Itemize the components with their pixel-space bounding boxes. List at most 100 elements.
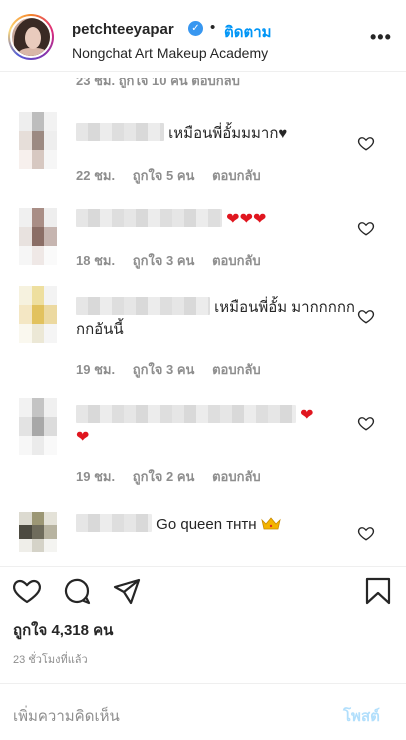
post-comment-button[interactable]: โพสต์ bbox=[343, 704, 380, 728]
avatar-pixel bbox=[31, 436, 45, 455]
heart-emoji-text: ❤ bbox=[300, 407, 314, 424]
avatar-pixel bbox=[44, 112, 57, 131]
avatar-pixel bbox=[44, 208, 57, 227]
comment-text: Go queen ᴛʜᴛʜ bbox=[156, 516, 257, 533]
profile-avatar[interactable] bbox=[8, 14, 54, 60]
commenter-avatar[interactable] bbox=[19, 208, 57, 265]
comment-meta: 18 ชม. ถูกใจ 3 คน ตอบกลับ bbox=[76, 250, 275, 271]
reply-button[interactable]: ตอบกลับ bbox=[212, 168, 261, 183]
add-comment-input[interactable]: เพิ่มความคิดเห็น bbox=[13, 704, 120, 728]
blurred-username[interactable] bbox=[76, 209, 222, 227]
avatar-pixel bbox=[19, 512, 32, 526]
comment-like-heart-icon[interactable] bbox=[357, 307, 375, 325]
comment-meta: 19 ชม. ถูกใจ 2 คน ตอบกลับ bbox=[76, 466, 275, 487]
avatar-pixel bbox=[31, 112, 45, 131]
post-time-ago: 23 ชั่วโมงที่แล้ว bbox=[13, 654, 88, 666]
share-icon[interactable] bbox=[112, 576, 142, 606]
reply-button[interactable]: ตอบกลับ bbox=[212, 362, 261, 377]
avatar-pixel bbox=[44, 150, 57, 169]
avatar-pixel bbox=[19, 436, 32, 455]
avatar-pixel bbox=[31, 150, 45, 169]
avatar-pixel bbox=[44, 525, 57, 539]
like-heart-icon[interactable] bbox=[12, 576, 42, 606]
comment-body: Go queen ᴛʜᴛʜ bbox=[76, 514, 356, 536]
verified-badge-icon: ✓ bbox=[188, 21, 203, 36]
avatar-pixel bbox=[19, 417, 32, 436]
blurred-username[interactable] bbox=[76, 297, 210, 315]
comment-likes[interactable]: ถูกใจ 2 คน bbox=[133, 469, 195, 484]
previous-comment-meta: 23 ชม. ถูกใจ 10 คน ตอบกลับ bbox=[76, 78, 240, 88]
commenter-avatar[interactable] bbox=[19, 112, 57, 169]
avatar-pixel bbox=[44, 398, 57, 417]
commenter-avatar[interactable] bbox=[19, 512, 57, 552]
avatar-pixel bbox=[44, 417, 57, 436]
avatar-pixel bbox=[19, 305, 32, 324]
avatar-pixel bbox=[44, 227, 57, 246]
post-header: petchteeyapar ✓ • ติดตาม Nongchat Art Ma… bbox=[0, 0, 406, 72]
crown-emoji-icon bbox=[261, 517, 281, 530]
avatar-pixel bbox=[19, 525, 32, 539]
actions-divider bbox=[0, 566, 406, 567]
avatar-pixel bbox=[44, 324, 57, 343]
likes-count[interactable]: ถูกใจ 4,318 คน bbox=[13, 618, 113, 642]
avatar-pixel bbox=[31, 525, 45, 539]
avatar-pixel bbox=[44, 538, 57, 552]
avatar-pixel bbox=[31, 417, 45, 436]
header-location[interactable]: Nongchat Art Makeup Academy bbox=[72, 45, 268, 61]
avatar-pixel bbox=[31, 208, 45, 227]
reply-button[interactable]: ตอบกลับ bbox=[212, 253, 261, 268]
avatar-pixel bbox=[19, 208, 32, 227]
avatar-pixel bbox=[44, 305, 57, 324]
avatar-pixel bbox=[44, 436, 57, 455]
comment-time: 19 ชม. bbox=[76, 469, 116, 484]
avatar-pixel bbox=[44, 246, 57, 265]
avatar-pixel bbox=[31, 286, 45, 305]
comment-like-heart-icon[interactable] bbox=[357, 414, 375, 432]
avatar-pixel bbox=[31, 398, 45, 417]
avatar-pixel bbox=[44, 286, 57, 305]
blurred-username[interactable] bbox=[76, 405, 296, 423]
comment-body: ❤ ❤ bbox=[76, 405, 326, 449]
avatar-pixel bbox=[19, 246, 32, 265]
comment-time: 19 ชม. bbox=[76, 362, 116, 377]
comment-text: เหมือนพี่อั้มมมาก♥ bbox=[168, 125, 288, 142]
comment-likes[interactable]: ถูกใจ 3 คน bbox=[133, 253, 195, 268]
commenter-avatar[interactable] bbox=[19, 286, 57, 343]
comment-meta: 19 ชม. ถูกใจ 3 คน ตอบกลับ bbox=[76, 359, 275, 380]
blurred-username[interactable] bbox=[76, 514, 152, 532]
profile-username[interactable]: petchteeyapar bbox=[72, 21, 174, 38]
comment-body: เหมือนพี่อั้ม มากกกกกกกอันนี้ bbox=[76, 297, 356, 341]
comment-input-divider bbox=[0, 683, 406, 684]
avatar-pixel bbox=[31, 324, 45, 343]
avatar-pixel bbox=[31, 512, 45, 526]
comment-time: 18 ชม. bbox=[76, 253, 116, 268]
avatar-pixel bbox=[19, 398, 32, 417]
avatar-pixel bbox=[31, 305, 45, 324]
comment-like-heart-icon[interactable] bbox=[357, 134, 375, 152]
follow-button[interactable]: ติดตาม bbox=[224, 20, 272, 44]
avatar-pixel bbox=[31, 538, 45, 552]
blurred-username[interactable] bbox=[76, 123, 164, 141]
avatar-pixel bbox=[31, 131, 45, 150]
comment-time: 22 ชม. bbox=[76, 168, 116, 183]
avatar-pixel bbox=[19, 112, 32, 131]
more-options-icon[interactable]: ••• bbox=[370, 27, 392, 48]
avatar-pixel bbox=[31, 227, 45, 246]
avatar-pixel bbox=[19, 131, 32, 150]
reply-button[interactable]: ตอบกลับ bbox=[212, 469, 261, 484]
comment-like-heart-icon[interactable] bbox=[357, 219, 375, 237]
avatar-pixel bbox=[19, 150, 32, 169]
avatar-pixel bbox=[44, 131, 57, 150]
comment-like-heart-icon[interactable] bbox=[357, 524, 375, 542]
bookmark-icon[interactable] bbox=[363, 576, 393, 606]
avatar-pixel bbox=[19, 324, 32, 343]
comment-meta: 22 ชม. ถูกใจ 5 คน ตอบกลับ bbox=[76, 165, 275, 186]
profile-avatar-image bbox=[10, 16, 52, 58]
comment-likes[interactable]: ถูกใจ 3 คน bbox=[133, 362, 195, 377]
header-separator: • bbox=[210, 19, 216, 36]
avatar-pixel bbox=[31, 246, 45, 265]
commenter-avatar[interactable] bbox=[19, 398, 57, 455]
comment-icon[interactable] bbox=[62, 576, 92, 606]
comment-likes[interactable]: ถูกใจ 5 คน bbox=[133, 168, 195, 183]
heart-emoji-icon: ❤ bbox=[76, 429, 90, 446]
